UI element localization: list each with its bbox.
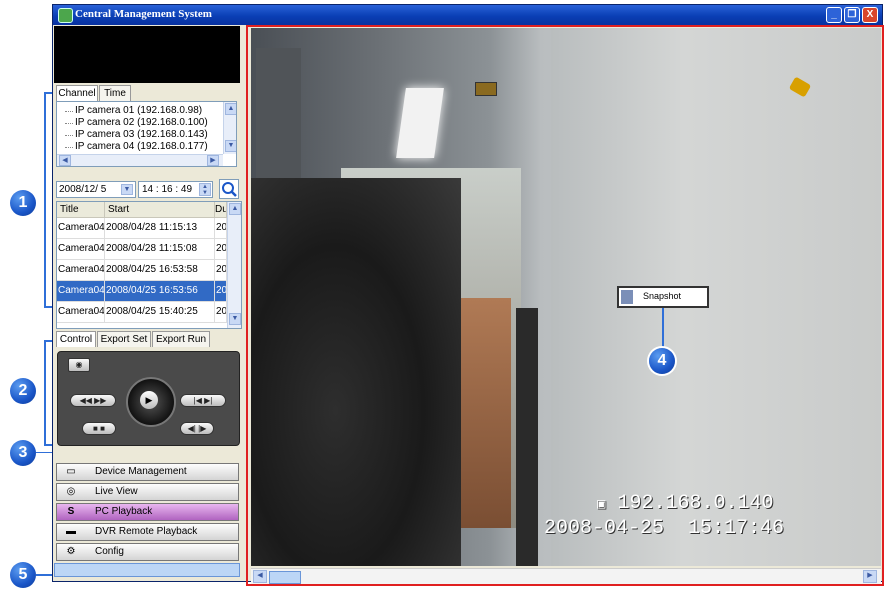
cell-du: 20 [215,239,227,259]
title-bar[interactable]: Central Management System _ ❐ X [53,5,882,25]
cell-du: 20 [215,260,227,280]
cell-start: 2008/04/28 11:15:13 [105,218,215,238]
menu-label: Live View [95,486,138,497]
recordings-vscroll[interactable]: ▲ ▼ [227,202,241,328]
table-row[interactable]: Camera04 2008/04/25 15:40:25 20 [57,302,227,323]
tab-control[interactable]: Control [56,331,96,347]
search-button[interactable] [219,179,239,199]
menu-device-management[interactable]: ▭ Device Management [56,463,239,481]
scroll-down-icon[interactable]: ▼ [229,313,241,325]
menu-label: Config [95,546,124,557]
device-icon: ▭ [66,466,76,477]
dvr-icon: ▬ [66,526,76,537]
column-title[interactable]: Title [57,202,105,218]
spinner-icon[interactable]: ▲ ▼ [199,183,211,196]
cell-du: 20 [215,302,227,322]
column-start[interactable]: Start [105,202,215,218]
tab-channel[interactable]: Channel [56,85,98,101]
playback-icon: S [67,506,75,517]
close-button[interactable]: X [862,7,878,23]
camera-item-01[interactable]: IP camera 01 (192.168.0.98) [64,105,202,116]
chevron-down-icon[interactable]: ▼ [121,184,133,195]
camera-item-03[interactable]: IP camera 03 (192.168.0.143) [65,129,208,140]
scroll-down-icon[interactable]: ▼ [225,140,236,152]
app-icon [58,8,73,23]
table-row[interactable]: Camera04 2008/04/25 16:53:56 20 [57,281,227,302]
camera-item-04[interactable]: IP camera 04 (192.168.0.177) [65,141,208,152]
playback-control-panel: ◉ ▶ ◀◀ ▶▶ |◀ ▶| ■ ■ ◀| |▶ [57,351,240,446]
table-row[interactable]: Camera04 2008/04/25 16:53:58 20 [57,260,227,281]
scroll-up-icon[interactable]: ▲ [229,203,241,215]
pause-stop-buttons[interactable]: ■ ■ [82,422,116,435]
menu-dvr-remote-playback[interactable]: ▬ DVR Remote Playback [56,523,239,541]
cell-start: 2008/04/25 15:40:25 [105,302,215,322]
tab-export-run[interactable]: Export Run [152,331,210,347]
cell-title: Camera04 [57,302,105,322]
tab-time[interactable]: Time [99,85,131,101]
date-value: 2008/12/ 5 [59,184,107,195]
camera-tree-hscroll[interactable]: ◀ ▶ [57,154,223,166]
snapshot-camera-icon[interactable]: ◉ [68,358,90,372]
minimize-button[interactable]: _ [826,7,842,23]
cell-title: Camera04 [57,281,105,301]
menu-label: DVR Remote Playback [95,526,198,537]
search-icon [222,182,237,197]
cell-start: 2008/04/25 16:53:56 [105,281,215,301]
callout-5-badge: 5 [10,562,36,588]
menu-config[interactable]: ⚙ Config [56,543,239,561]
camera-tree: IP camera 01 (192.168.0.98) IP camera 02… [56,101,237,167]
slow-buttons[interactable]: ◀| |▶ [180,422,214,435]
rewind-buttons[interactable]: ◀◀ ▶▶ [70,394,116,407]
camera-tree-vscroll[interactable]: ▲ ▼ [223,102,236,154]
cell-title: Camera04 [57,218,105,238]
scroll-left-icon[interactable]: ◀ [59,155,71,166]
menu-label: PC Playback [95,506,153,517]
cell-start: 2008/04/25 16:53:58 [105,260,215,280]
recordings-table: Title Start Du Camera04 2008/04/28 11:15:… [56,201,242,329]
date-picker[interactable]: 2008/12/ 5 ▼ [56,181,136,198]
time-value: 14 : 16 : 49 [142,184,193,195]
tab-export-set[interactable]: Export Set [97,331,151,347]
table-row[interactable]: Camera04 2008/04/28 11:15:08 20 [57,239,227,260]
callout-2-badge: 2 [10,378,36,404]
scroll-up-icon[interactable]: ▲ [225,103,236,115]
callout-3-badge: 3 [10,440,36,466]
cell-du: 20 [215,218,227,238]
live-preview-pane [54,26,240,83]
window-title: Central Management System [75,8,212,20]
menu-label: Device Management [95,466,187,477]
camera-item-02[interactable]: IP camera 02 (192.168.0.100) [65,117,208,128]
time-spinner[interactable]: 14 : 16 : 49 ▲ ▼ [138,181,213,198]
left-panel-hscroll[interactable] [54,563,240,577]
scroll-right-icon[interactable]: ▶ [207,155,219,166]
play-icon[interactable]: ▶ [140,391,158,409]
maximize-button[interactable]: ❐ [844,7,860,23]
column-duration[interactable]: Du [215,202,227,218]
table-row[interactable]: Camera04 2008/04/28 11:15:13 20 [57,218,227,239]
step-buttons[interactable]: |◀ ▶| [180,394,226,407]
cell-start: 2008/04/28 11:15:08 [105,239,215,259]
menu-live-view[interactable]: ◎ Live View [56,483,239,501]
cell-du: 20 [215,281,227,301]
menu-pc-playback[interactable]: S PC Playback [56,503,239,521]
eye-icon: ◎ [66,486,76,497]
config-icon: ⚙ [66,546,76,557]
cell-title: Camera04 [57,260,105,280]
callout-1-badge: 1 [10,190,36,216]
video-highlight-frame [246,25,884,586]
cell-title: Camera04 [57,239,105,259]
